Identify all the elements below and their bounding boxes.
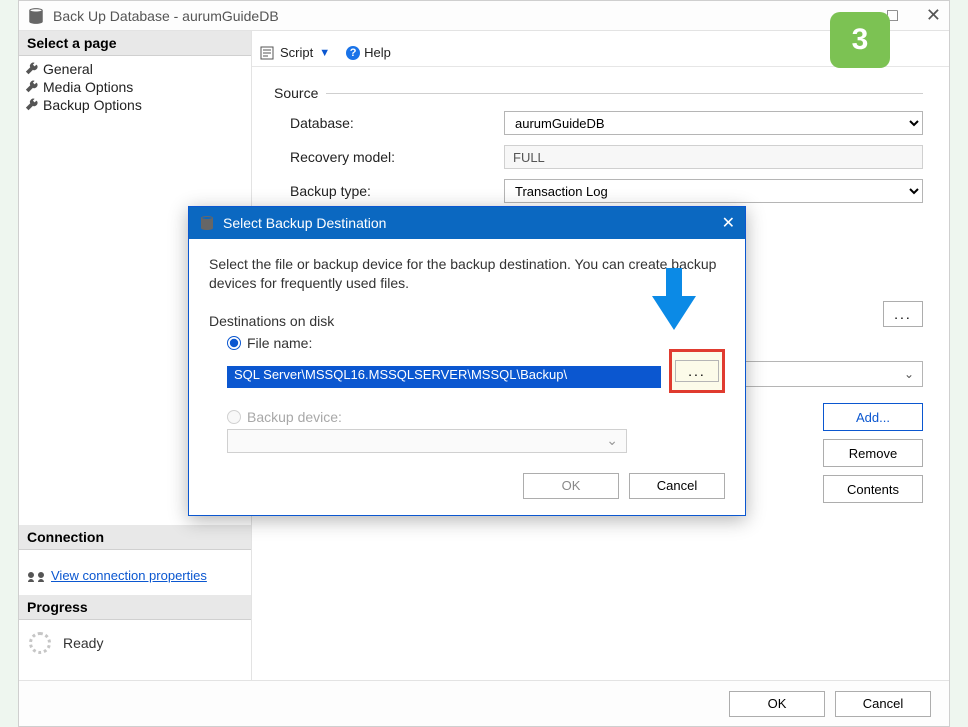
wrench-icon — [25, 98, 39, 112]
backup-device-select: ⌄ — [227, 429, 627, 453]
script-icon — [260, 46, 274, 60]
recovery-model-label: Recovery model: — [274, 149, 504, 165]
help-icon: ? — [346, 46, 360, 60]
select-backup-destination-dialog: Select Backup Destination ✕ Select the f… — [188, 206, 746, 516]
remove-destination-button[interactable]: Remove — [823, 439, 923, 467]
chevron-down-icon: ⌄ — [606, 432, 618, 449]
view-connection-properties-link[interactable]: View connection properties — [51, 568, 207, 583]
page-list: General Media Options Backup Options — [19, 56, 251, 124]
modal-titlebar: Select Backup Destination ✕ — [189, 207, 745, 239]
script-dropdown[interactable]: Script — [280, 45, 313, 60]
file-name-label: File name: — [247, 335, 312, 351]
sidebar-item-media-options[interactable]: Media Options — [25, 78, 251, 96]
backup-device-radio — [227, 410, 241, 424]
browse-file-button[interactable]: ... — [675, 360, 719, 382]
contents-button[interactable]: Contents — [823, 475, 923, 503]
titlebar: Back Up Database - aurumGuideDB — □ ✕ — [19, 1, 949, 31]
browse-highlight: ... — [669, 349, 725, 393]
cancel-button[interactable]: Cancel — [835, 691, 931, 717]
sidebar-item-label: Backup Options — [43, 97, 142, 113]
destination-browse-button[interactable]: ... — [883, 301, 923, 327]
destinations-on-disk-label: Destinations on disk — [209, 313, 725, 329]
sidebar-item-general[interactable]: General — [25, 60, 251, 78]
window-title: Back Up Database - aurumGuideDB — [53, 8, 841, 24]
help-button[interactable]: ? Help — [346, 45, 391, 60]
modal-title: Select Backup Destination — [223, 215, 722, 231]
backup-type-select[interactable]: Transaction Log — [504, 179, 923, 203]
sidebar-item-label: Media Options — [43, 79, 133, 95]
progress-spinner-icon — [29, 632, 51, 654]
database-label: Database: — [274, 115, 504, 131]
source-group-label: Source — [274, 85, 318, 101]
backup-type-label: Backup type: — [274, 183, 504, 199]
connection-icon — [27, 569, 45, 583]
progress-header: Progress — [19, 595, 251, 620]
file-name-radio[interactable] — [227, 336, 241, 350]
dropdown-arrow-icon[interactable]: ▼ — [319, 47, 330, 59]
backup-device-label: Backup device: — [247, 409, 342, 425]
modal-close-button[interactable]: ✕ — [722, 213, 735, 233]
database-icon — [199, 215, 215, 231]
database-icon — [27, 7, 45, 25]
recovery-model-value: FULL — [504, 145, 923, 169]
dialog-footer: OK Cancel — [19, 680, 949, 726]
chevron-down-icon: ⌄ — [904, 367, 914, 381]
progress-status: Ready — [63, 635, 103, 651]
modal-ok-button[interactable]: OK — [523, 473, 619, 499]
file-name-input[interactable]: SQL Server\MSSQL16.MSSQLSERVER\MSSQL\Bac… — [227, 366, 661, 388]
add-destination-button[interactable]: Add... — [823, 403, 923, 431]
divider — [326, 93, 923, 94]
help-label: Help — [364, 45, 391, 60]
database-select[interactable]: aurumGuideDB — [504, 111, 923, 135]
sidebar-item-label: General — [43, 61, 93, 77]
modal-cancel-button[interactable]: Cancel — [629, 473, 725, 499]
wrench-icon — [25, 80, 39, 94]
step-badge: 3 — [830, 12, 890, 68]
modal-description: Select the file or backup device for the… — [209, 255, 725, 293]
wrench-icon — [25, 62, 39, 76]
select-a-page-header: Select a page — [19, 31, 251, 56]
arrow-annotation-icon — [650, 268, 698, 330]
connection-header: Connection — [19, 525, 251, 550]
close-button[interactable]: ✕ — [926, 5, 941, 26]
ok-button[interactable]: OK — [729, 691, 825, 717]
sidebar-item-backup-options[interactable]: Backup Options — [25, 96, 251, 114]
